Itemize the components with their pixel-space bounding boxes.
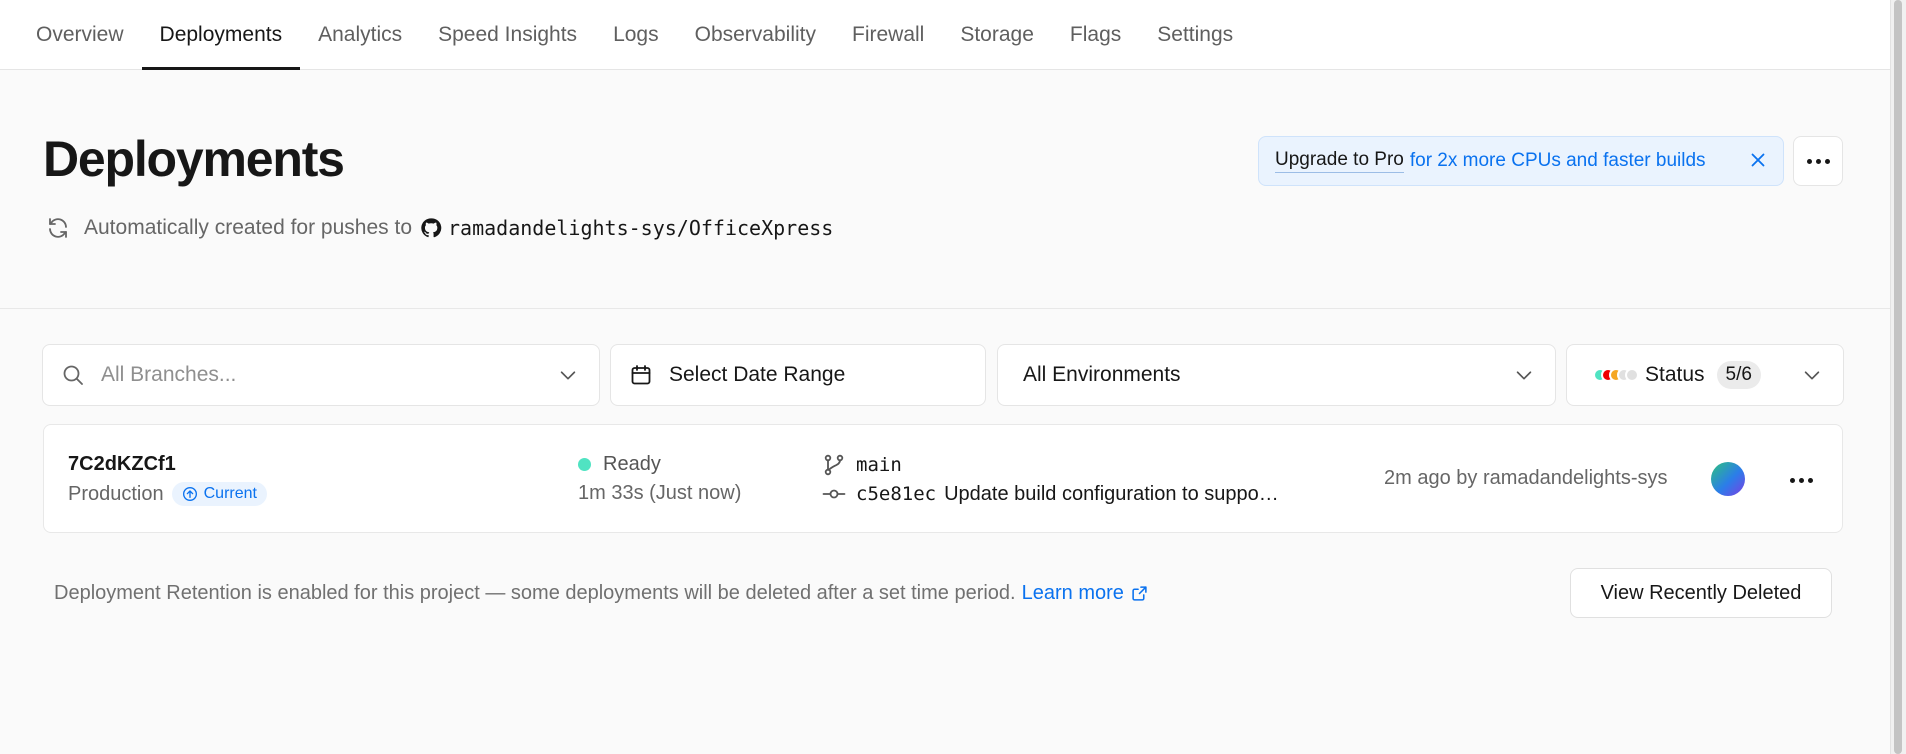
scrollbar-thumb[interactable]	[1894, 0, 1902, 754]
branch-placeholder: All Branches...	[101, 363, 237, 386]
branch-link[interactable]: main	[822, 453, 902, 477]
deployment-environment: Production Current	[68, 482, 267, 506]
retention-notice: Deployment Retention is enabled for this…	[54, 582, 1148, 605]
environment-select[interactable]: All Environments	[997, 344, 1556, 406]
commit-link[interactable]: c5e81ec Update build configuration to su…	[822, 482, 1279, 506]
branch-name: main	[856, 454, 902, 476]
deployment-more-button[interactable]	[1781, 460, 1821, 500]
more-icon	[1789, 477, 1813, 483]
build-duration: 1m 33s (Just now)	[578, 482, 742, 504]
environment-label: All Environments	[1023, 363, 1181, 386]
learn-more-label: Learn more	[1021, 582, 1124, 604]
status-dot	[578, 458, 591, 471]
more-icon	[1806, 158, 1830, 164]
view-recently-deleted-button[interactable]: View Recently Deleted	[1570, 568, 1832, 618]
tab-logs[interactable]: Logs	[595, 0, 677, 69]
tab-deployments[interactable]: Deployments	[141, 0, 301, 70]
status-count-badge: 5/6	[1716, 361, 1761, 389]
deployment-row[interactable]: 7C2dKZCf1 Production Current Ready 1m 33…	[43, 424, 1843, 533]
current-badge-label: Current	[203, 485, 257, 502]
status-dot-canceled	[1625, 368, 1639, 382]
refresh-icon	[49, 218, 67, 238]
status-filter[interactable]: Status 5/6	[1566, 344, 1844, 406]
chevron-down-icon	[1804, 371, 1820, 380]
tab-settings[interactable]: Settings	[1139, 0, 1251, 69]
status-label: Status	[1645, 363, 1705, 386]
learn-more-link[interactable]: Learn more	[1022, 582, 1148, 605]
upgrade-banner[interactable]: Upgrade to Pro for 2x more CPUs and fast…	[1258, 136, 1784, 186]
section-divider	[0, 308, 1890, 309]
page-scrollbar[interactable]	[1890, 0, 1906, 754]
auto-deploy-text: Automatically created for pushes to	[84, 216, 413, 239]
upgrade-text: for 2x more CPUs and faster builds	[1409, 150, 1706, 171]
auto-deploy-info: Automatically created for pushes to rama…	[46, 216, 833, 240]
tab-flags[interactable]: Flags	[1052, 0, 1139, 69]
search-icon	[63, 365, 83, 385]
branch-search-input[interactable]: All Branches...	[42, 344, 600, 406]
github-icon	[421, 218, 442, 238]
tab-analytics[interactable]: Analytics	[300, 0, 420, 69]
external-link-icon	[1132, 586, 1147, 601]
date-range-label: Select Date Range	[669, 363, 846, 386]
deployment-id[interactable]: 7C2dKZCf1	[68, 453, 176, 476]
tab-observability[interactable]: Observability	[677, 0, 834, 69]
date-range-picker[interactable]: Select Date Range	[610, 344, 986, 406]
chevron-down-icon	[1516, 371, 1532, 380]
arrow-up-circle-icon	[182, 487, 197, 501]
avatar[interactable]	[1711, 462, 1745, 496]
tab-firewall[interactable]: Firewall	[834, 0, 942, 69]
status-text: Ready	[603, 453, 661, 475]
retention-text: Deployment Retention is enabled for this…	[54, 582, 1016, 604]
git-branch-icon	[824, 454, 844, 476]
commit-message: Update build configuration to suppo…	[944, 482, 1279, 505]
upgrade-link[interactable]: Upgrade to Pro	[1275, 149, 1404, 173]
tab-speed-insights[interactable]: Speed Insights	[420, 0, 595, 69]
deployment-meta: 2m ago by ramadandelights-sys	[1384, 467, 1668, 489]
environment-name: Production	[68, 482, 164, 505]
calendar-icon	[631, 365, 651, 385]
git-commit-icon	[822, 489, 846, 499]
project-tab-bar: Overview Deployments Analytics Speed Ins…	[0, 0, 1890, 70]
status-color-dots	[1593, 368, 1639, 382]
page-title: Deployments	[43, 131, 345, 187]
page-more-button[interactable]	[1793, 136, 1843, 186]
chevron-down-icon	[560, 371, 576, 380]
commit-sha: c5e81ec	[856, 483, 937, 505]
close-icon[interactable]	[1747, 149, 1769, 171]
tab-storage[interactable]: Storage	[942, 0, 1052, 69]
tab-overview[interactable]: Overview	[18, 0, 142, 69]
deployment-status: Ready	[578, 453, 661, 476]
current-badge: Current	[171, 482, 267, 506]
repository-link[interactable]: ramadandelights-sys/OfficeXpress	[448, 216, 833, 240]
